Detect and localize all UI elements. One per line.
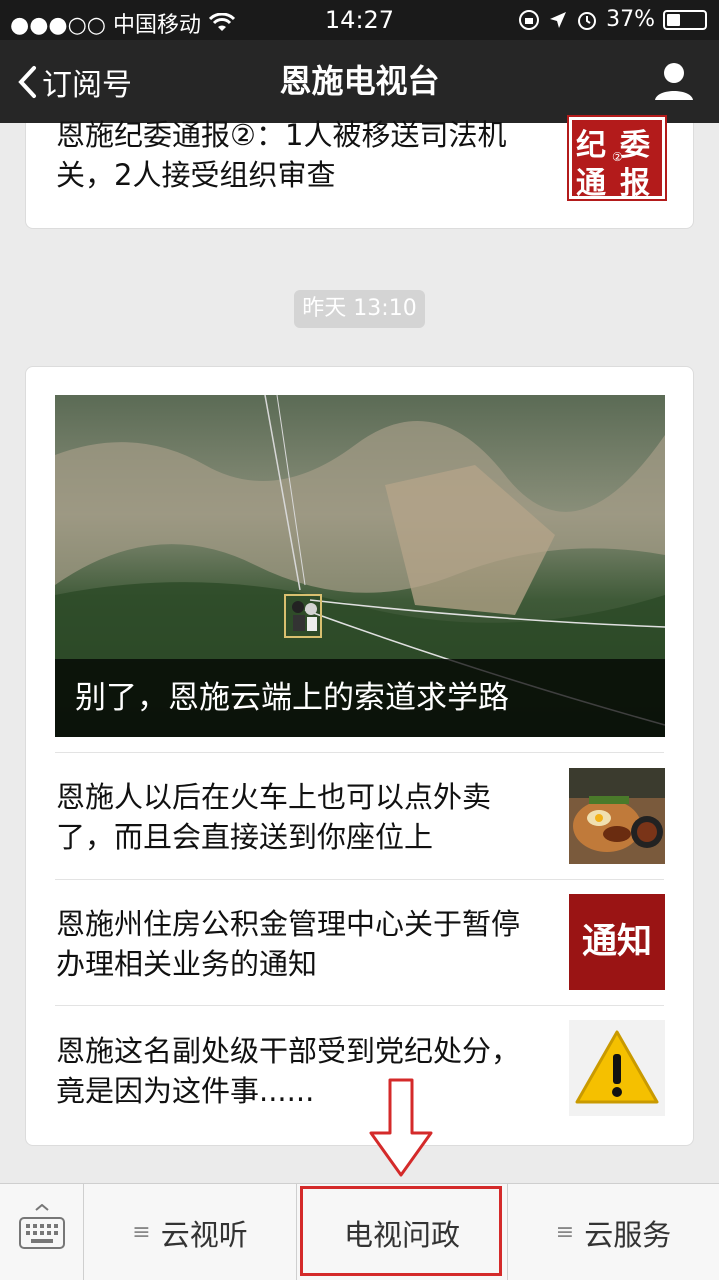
tab-label: 云服务 (584, 1217, 672, 1252)
message-timestamp: 昨天 13:10 (294, 290, 425, 328)
battery-icon (663, 9, 707, 30)
notice-thumbnail: 通知 (569, 894, 665, 990)
nav-bar: 订阅号 恩施电视台 (0, 40, 719, 123)
location-icon (550, 11, 567, 28)
menu-lines-icon: ≡ (555, 1220, 575, 1245)
article-title: 恩施州住房公积金管理中心关于暂停办理相关业务的通知 (56, 907, 521, 981)
article-title: 恩施纪委通报②：1人被移送司法机关，2人接受组织审查 (56, 118, 507, 192)
keyboard-icon (19, 1204, 65, 1249)
thumb-char: 通 (576, 166, 606, 201)
tab-cloud-audio-video[interactable]: ≡ 云视听 (84, 1184, 296, 1280)
status-bar: ●●●○○ 中国移动 14:27 37% (0, 0, 719, 40)
page-title: 恩施电视台 (279, 62, 440, 100)
article-card: 别了，恩施云端上的索道求学路 恩施人以后在火车上也可以点外卖了，而且会直接送到你… (25, 366, 694, 1146)
food-tray-thumbnail (569, 768, 665, 864)
thumb-char: 报 (620, 166, 650, 201)
divider (55, 879, 664, 880)
tab-cloud-services[interactable]: ≡ 云服务 (508, 1184, 719, 1280)
menu-lines-icon: ≡ (132, 1220, 151, 1245)
hero-caption: 别了，恩施云端上的索道求学路 (55, 659, 665, 737)
article-title: 恩施这名副处级干部受到党纪处分，竟是因为这件事...... (56, 1034, 521, 1108)
battery-percent: 37% (606, 7, 655, 32)
article-card-previous[interactable]: 恩施纪委通报②：1人被移送司法机关，2人接受组织审查 纪 委 ② 通 报 (25, 115, 694, 229)
keyboard-toggle-button[interactable] (0, 1184, 84, 1280)
divider (55, 752, 664, 753)
discipline-report-thumbnail[interactable]: 纪 委 ② 通 报 (567, 115, 667, 201)
article-title: 恩施人以后在火车上也可以点外卖了，而且会直接送到你座位上 (56, 780, 492, 854)
down-arrow-icon (369, 1078, 433, 1177)
divider (55, 1005, 664, 1006)
tab-label: 云视听 (160, 1217, 248, 1252)
rotation-lock-icon (519, 9, 540, 30)
hero-article[interactable]: 别了，恩施云端上的索道求学路 (55, 395, 665, 737)
status-right: 37% (518, 7, 707, 32)
highlight-box (300, 1186, 502, 1276)
alarm-icon (578, 11, 597, 30)
profile-icon[interactable] (653, 60, 695, 102)
warning-icon (569, 1020, 665, 1116)
battery-fill (667, 13, 681, 26)
